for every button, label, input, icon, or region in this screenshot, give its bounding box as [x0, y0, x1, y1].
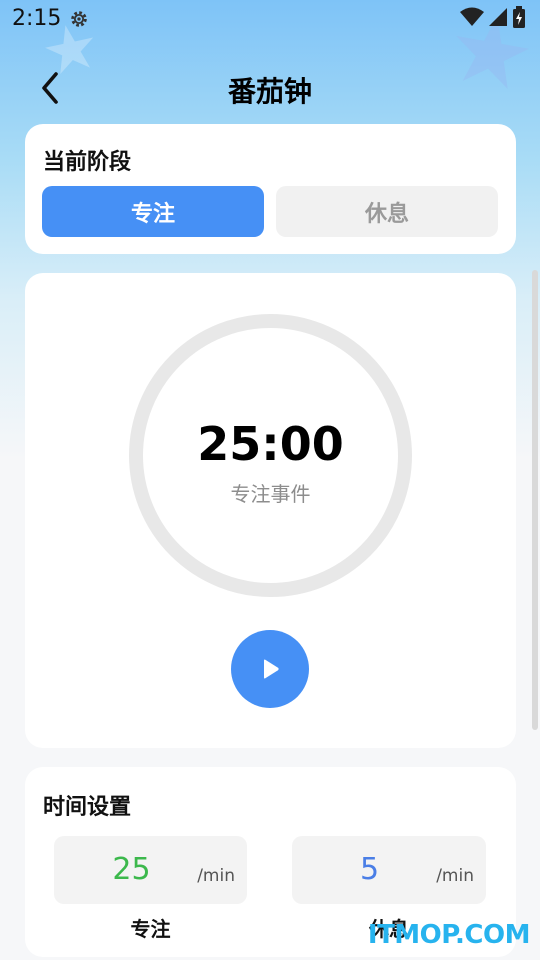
focus-duration-input[interactable]: 25 /min: [54, 836, 247, 904]
status-bar: 2:15: [0, 0, 540, 38]
cell-signal-icon: [489, 8, 507, 26]
focus-duration-value: 25: [112, 852, 151, 887]
scrollbar[interactable]: [532, 270, 538, 730]
rest-duration-value: 5: [359, 852, 380, 887]
play-icon: [264, 659, 279, 679]
settings-gear-icon: [71, 11, 87, 27]
rest-duration-unit: /min: [436, 866, 474, 886]
timer-display: 25:00: [197, 417, 344, 471]
rest-phase-button[interactable]: 休息: [276, 186, 498, 237]
rest-duration-input[interactable]: 5 /min: [292, 836, 486, 904]
timer-card: 25:00 专注事件: [25, 273, 516, 748]
time-settings-title: 时间设置: [43, 795, 132, 820]
wifi-icon: [460, 7, 484, 26]
status-icons: [460, 6, 526, 28]
play-button[interactable]: [231, 630, 309, 708]
phase-card-title: 当前阶段: [43, 150, 132, 175]
phase-card: 当前阶段 专注 休息: [25, 124, 516, 254]
battery-charging-icon: [513, 6, 525, 28]
focus-duration-caption: 专注: [130, 917, 171, 941]
page-title: 番茄钟: [227, 75, 312, 108]
focus-duration-unit: /min: [197, 866, 235, 886]
timer-label: 专注事件: [230, 482, 311, 506]
status-time: 2:15: [12, 6, 62, 31]
focus-phase-button[interactable]: 专注: [42, 186, 264, 237]
watermark-text: ITMOP.COM: [367, 920, 531, 950]
